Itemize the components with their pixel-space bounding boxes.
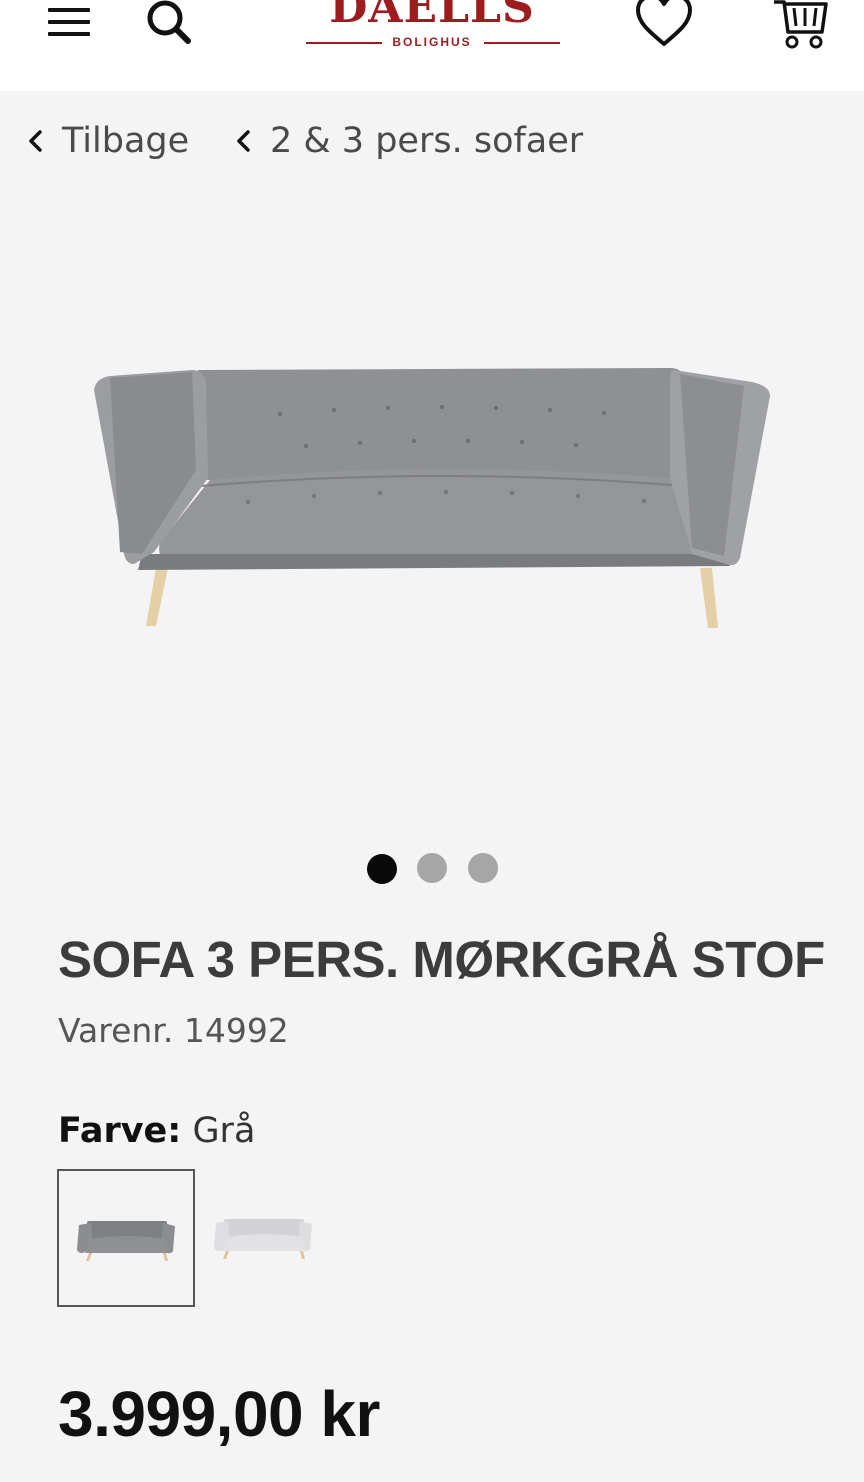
store-logo[interactable]: DAELLS BOLIGHUS: [300, 0, 564, 56]
color-swatch-light-grey[interactable]: [196, 1169, 334, 1307]
breadcrumb: Tilbage 2 & 3 pers. sofaer: [0, 114, 864, 168]
carousel-dot[interactable]: [468, 853, 498, 883]
heart-icon[interactable]: [632, 0, 696, 48]
category-link-label: 2 & 3 pers. sofaer: [270, 121, 584, 161]
product-title: SOFA 3 PERS. MØRKGRÅ STOF: [58, 931, 825, 988]
category-link[interactable]: 2 & 3 pers. sofaer: [234, 114, 583, 168]
menu-icon[interactable]: [46, 2, 92, 42]
chevron-left-icon: [29, 130, 42, 152]
back-link-label: Tilbage: [62, 121, 190, 161]
selected-color-value: Grå: [192, 1111, 256, 1151]
product-image[interactable]: [80, 330, 784, 650]
swatch-sofa-thumbnail: [77, 1221, 175, 1261]
color-label: Farve:: [58, 1111, 182, 1151]
image-carousel-dots: [364, 851, 504, 885]
swatch-sofa-thumbnail: [214, 1219, 312, 1259]
product-sku: Varenr. 14992: [58, 1010, 289, 1052]
site-header: DAELLS BOLIGHUS: [0, 0, 864, 91]
chevron-left-icon: [237, 130, 250, 152]
color-swatch-dark-grey[interactable]: [57, 1169, 195, 1307]
cart-icon[interactable]: [768, 0, 832, 54]
sku-label: Varenr.: [58, 1011, 174, 1050]
back-link[interactable]: Tilbage: [26, 114, 189, 168]
carousel-dot-active[interactable]: [367, 854, 397, 884]
logo-wordmark: DAELLS: [329, 0, 535, 33]
sku-value: 14992: [183, 1011, 289, 1050]
carousel-dot[interactable]: [417, 853, 447, 883]
product-price: 3.999,00 kr: [58, 1378, 380, 1450]
logo-rule-right: [484, 42, 560, 44]
color-selector-label: Farve: Grå: [58, 1108, 255, 1154]
search-icon[interactable]: [143, 0, 195, 46]
